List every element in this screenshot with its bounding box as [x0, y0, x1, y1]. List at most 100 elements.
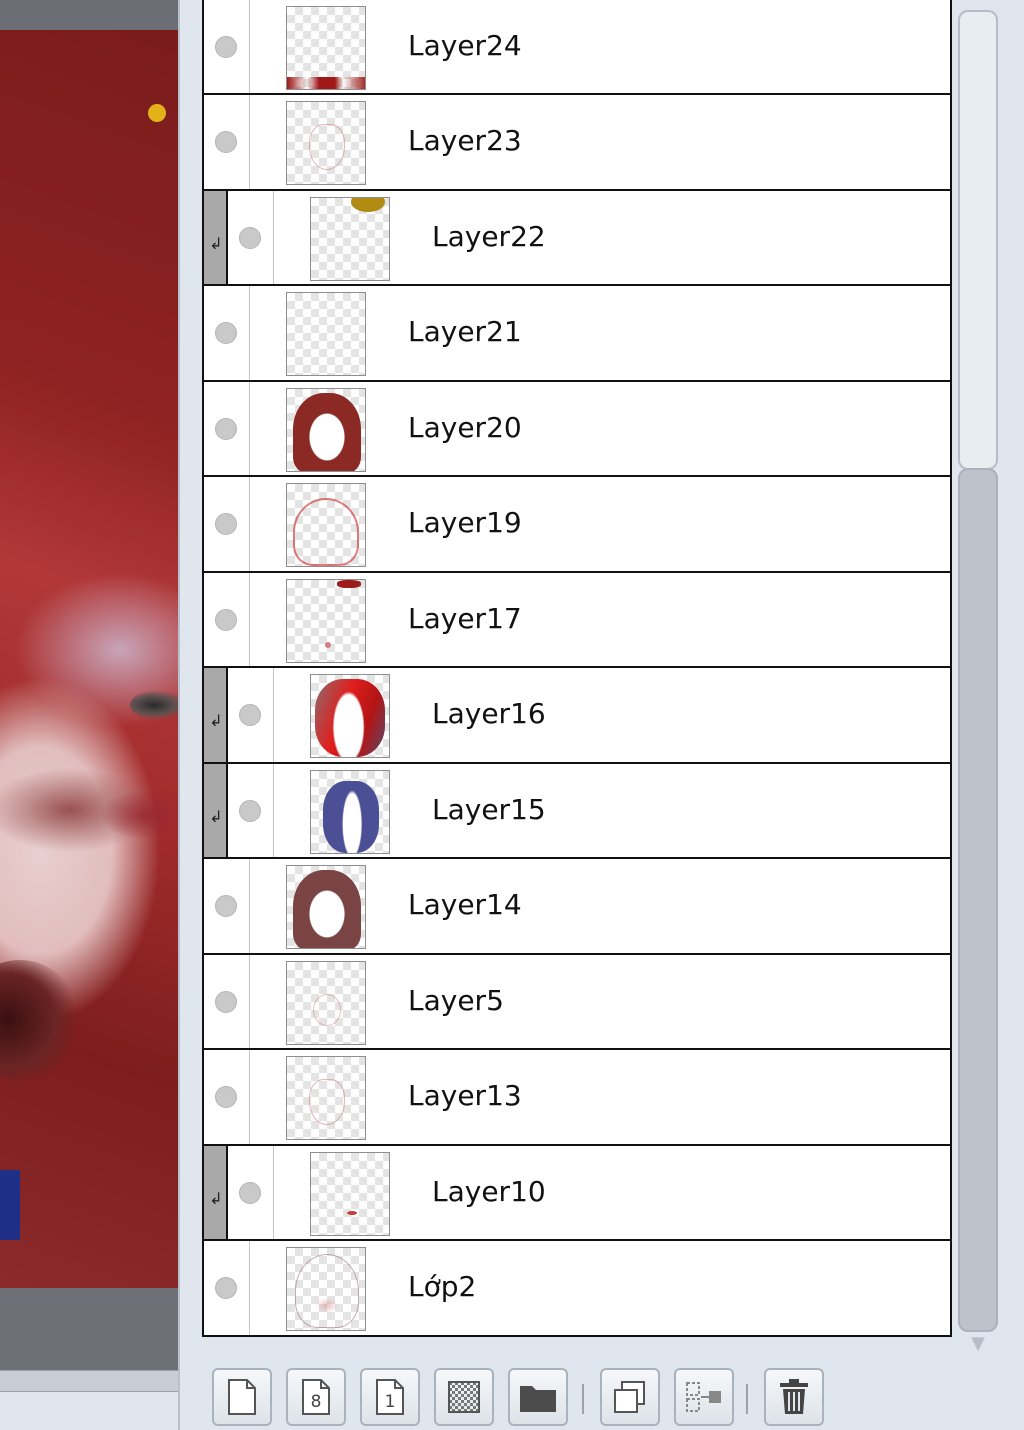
layer-row[interactable]: Layer21 [202, 284, 952, 380]
layers-scrollbar[interactable]: ▼ [954, 0, 1000, 1360]
eye-dot-icon [215, 35, 237, 58]
new-1bit-layer-icon: 1 [374, 1378, 406, 1416]
visibility-toggle[interactable] [204, 572, 250, 666]
eye-dot-icon [215, 895, 237, 917]
layer-thumbnail [310, 1151, 390, 1236]
delete-layer-icon [776, 1378, 812, 1416]
visibility-toggle[interactable] [204, 859, 250, 953]
layer-thumbnail [286, 960, 366, 1045]
visibility-toggle[interactable] [228, 190, 274, 284]
new-folder-button[interactable] [508, 1368, 568, 1426]
layer-row[interactable]: ↲ Layer10 [202, 1143, 952, 1239]
eye-dot-icon [215, 131, 237, 153]
eye-dot-icon [215, 322, 237, 344]
clip-arrow-icon: ↲ [209, 1188, 223, 1208]
layer-name: Layer19 [408, 506, 522, 539]
eye-dot-icon [215, 990, 237, 1013]
artwork-collar [0, 1170, 20, 1240]
merge-layer-button[interactable] [674, 1368, 734, 1426]
layer-row[interactable]: Layer24 [202, 0, 952, 93]
layer-thumbnail [286, 578, 366, 663]
layer-thumbnail [286, 1056, 366, 1140]
layer-row[interactable]: Layer17 [202, 570, 952, 666]
layer-name: Layer20 [408, 410, 522, 444]
layer-name: Lớp2 [408, 1270, 477, 1303]
artwork-cheek [100, 790, 178, 840]
svg-text:1: 1 [385, 1392, 396, 1412]
canvas-artwork[interactable] [0, 30, 178, 1288]
eye-dot-icon [239, 704, 261, 726]
layer-name: Layer5 [408, 983, 504, 1017]
layer-row[interactable]: Layer14 [202, 857, 952, 953]
scrollbar-track-upper[interactable] [958, 10, 998, 470]
layer-thumbnail [286, 5, 366, 90]
eye-dot-icon [215, 1086, 237, 1108]
toolbar-separator [746, 1384, 748, 1414]
new-layer-button[interactable] [212, 1368, 272, 1426]
scroll-down-arrow-icon[interactable]: ▼ [968, 1334, 988, 1354]
duplicate-layer-icon [612, 1379, 648, 1415]
canvas-footer [0, 1392, 178, 1430]
eye-dot-icon [239, 1181, 261, 1204]
layer-row[interactable]: Layer19 [202, 475, 952, 571]
canvas-background [0, 1288, 178, 1370]
new-1bit-layer-button[interactable]: 1 [360, 1368, 420, 1426]
artwork-hair-ornament [148, 104, 166, 122]
layer-row[interactable]: ↲ Layer22 [202, 188, 952, 284]
layer-thumbnail [310, 769, 390, 854]
layer-row[interactable]: Layer20 [202, 379, 952, 475]
new-halftone-layer-button[interactable] [434, 1368, 494, 1426]
layer-thumbnail [286, 387, 366, 472]
merge-layer-icon [685, 1379, 723, 1415]
scrollbar-thumb[interactable] [958, 468, 998, 1332]
layer-row[interactable]: Layer13 [202, 1048, 952, 1144]
layer-thumbnail [310, 674, 390, 758]
canvas-viewport[interactable] [0, 0, 178, 1430]
visibility-toggle[interactable] [204, 381, 250, 475]
visibility-toggle[interactable] [204, 286, 250, 380]
visibility-toggle[interactable] [204, 95, 250, 189]
layer-name: Layer15 [432, 792, 546, 826]
clipping-indicator: ↲ [204, 763, 228, 857]
eye-dot-icon [215, 513, 237, 535]
visibility-toggle[interactable] [204, 954, 250, 1048]
clip-arrow-icon: ↲ [209, 711, 223, 730]
clipping-indicator: ↲ [204, 668, 228, 762]
layer-name: Layer21 [408, 315, 522, 348]
visibility-toggle[interactable] [228, 668, 274, 762]
layer-list: Layer24 Layer23 ↲ Layer22 Layer21 Layer2… [202, 0, 952, 1337]
visibility-toggle[interactable] [228, 1145, 274, 1239]
visibility-toggle[interactable] [228, 763, 274, 857]
canvas-horizontal-scrollbar[interactable] [0, 1370, 178, 1392]
clip-arrow-icon: ↲ [209, 233, 223, 253]
layers-panel: Layer24 Layer23 ↲ Layer22 Layer21 Layer2… [178, 0, 1024, 1430]
layer-row[interactable]: Lớp2 [202, 1239, 952, 1337]
clipping-indicator: ↲ [204, 190, 228, 284]
visibility-toggle[interactable] [204, 1241, 250, 1335]
layer-name: Layer22 [432, 219, 546, 253]
layer-name: Layer14 [408, 888, 522, 921]
visibility-toggle[interactable] [204, 477, 250, 571]
new-8bit-layer-button[interactable]: 8 [286, 1368, 346, 1426]
layer-row[interactable]: Layer23 [202, 93, 952, 189]
duplicate-layer-button[interactable] [600, 1368, 660, 1426]
delete-layer-button[interactable] [764, 1368, 824, 1426]
layer-name: Layer24 [408, 28, 522, 62]
visibility-toggle[interactable] [204, 0, 250, 93]
toolbar-separator [582, 1384, 584, 1414]
svg-text:8: 8 [311, 1392, 322, 1412]
new-halftone-layer-icon [446, 1379, 482, 1415]
layer-row[interactable]: ↲ Layer15 [202, 761, 952, 857]
artwork-eye [130, 690, 178, 720]
new-layer-icon [226, 1378, 258, 1416]
layer-name: Layer13 [408, 1079, 522, 1112]
clip-arrow-icon: ↲ [209, 806, 223, 826]
layers-toolbar: 81 [180, 1360, 1024, 1430]
layer-name: Layer16 [432, 697, 546, 730]
layer-name: Layer23 [408, 124, 522, 157]
layer-row[interactable]: ↲ Layer16 [202, 666, 952, 762]
layer-row[interactable]: Layer5 [202, 952, 952, 1048]
layer-thumbnail [286, 865, 366, 949]
new-folder-icon [518, 1380, 558, 1414]
visibility-toggle[interactable] [204, 1050, 250, 1144]
